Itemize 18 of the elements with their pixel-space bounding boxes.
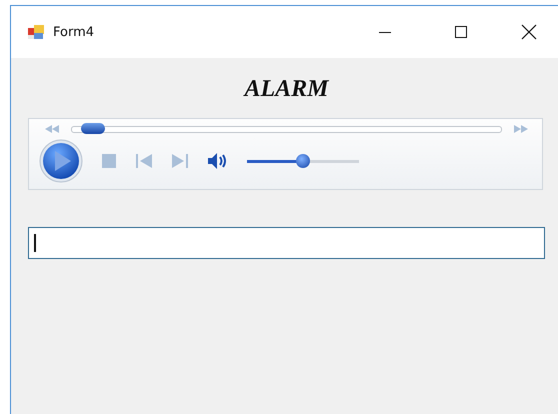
next-icon[interactable] xyxy=(171,153,189,169)
input-field[interactable] xyxy=(28,227,545,259)
rewind-icon[interactable] xyxy=(45,125,59,133)
volume-thumb[interactable] xyxy=(296,154,310,168)
app-icon xyxy=(27,23,45,41)
seek-thumb[interactable] xyxy=(80,122,105,134)
close-icon xyxy=(521,24,537,40)
fast-forward-icon[interactable] xyxy=(514,125,528,133)
heading: ALARM xyxy=(242,76,330,104)
volume-icon[interactable] xyxy=(207,152,229,170)
volume-slider[interactable] xyxy=(247,154,359,168)
maximize-icon xyxy=(454,25,468,39)
play-button[interactable] xyxy=(39,139,83,183)
seek-slider[interactable] xyxy=(71,126,502,132)
window-title: Form4 xyxy=(53,24,94,40)
previous-icon[interactable] xyxy=(135,153,153,169)
text-cursor xyxy=(34,234,36,252)
stop-icon[interactable] xyxy=(101,153,117,169)
